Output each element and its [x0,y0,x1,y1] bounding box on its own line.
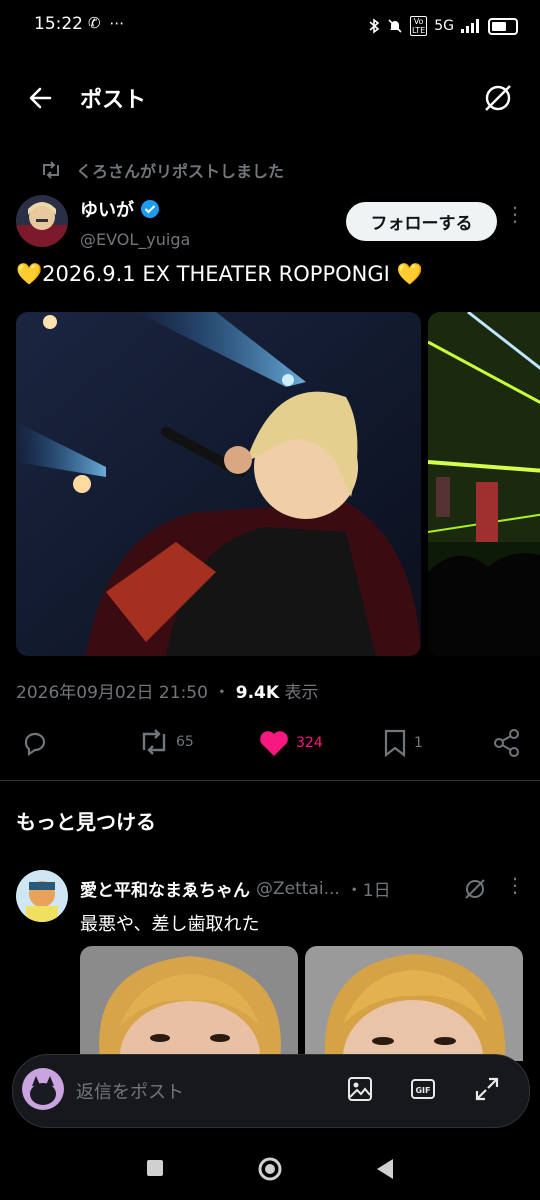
recommended-text: 最悪や、差し歯取れた [80,914,260,935]
recommended-more-icon[interactable]: ⋮ [505,875,525,902]
post-timestamp: 2026年09月02日 21:50 [16,683,208,703]
share-icon [494,729,519,757]
add-image-button[interactable] [346,1075,374,1103]
recommended-photo-2 [305,946,523,1061]
recommended-name: 愛と平和なまゑちゃん [80,881,250,901]
like-count: 324 [296,735,323,751]
status-time: 15:22 [34,14,83,34]
more-options-icon[interactable]: ⋮ [505,204,525,234]
recommended-header[interactable]: 愛と平和なまゑちゃん @Zettai... ・1日 [80,876,391,902]
divider [0,780,540,781]
post-image-2[interactable] [428,312,540,656]
recommended-avatar-image [16,870,68,922]
like-button[interactable]: 324 [258,728,323,758]
recommended-avatar[interactable] [16,870,68,922]
home-button[interactable] [257,1156,283,1182]
signal-icon [461,19,479,33]
page-title: ポスト [80,88,147,113]
add-gif-button[interactable]: GIF [409,1075,437,1103]
bookmark-icon [384,729,406,758]
retweet-icon [142,729,166,755]
mute-bell-icon [388,19,402,33]
author-avatar[interactable] [16,195,68,247]
expand-icon [475,1077,499,1101]
repost-text: くろさんがリポストしました [76,162,285,181]
reply-button[interactable] [20,728,50,758]
concert-photo-1 [16,312,421,656]
retweet-button[interactable]: 65 [138,728,194,756]
status-bar: 15:22 ✆ ⋯ Vo LTE 5G [0,0,540,52]
back-button[interactable] [20,78,60,118]
author-avatar-image [16,195,68,247]
status-right-icons: Vo LTE 5G [368,12,518,40]
retweet-count: 65 [176,734,194,750]
concert-photo-2 [428,312,540,656]
post-text: 💛2026.9.1 EX THEATER ROPPONGI 💛 [16,262,423,286]
author-name: ゆいが [80,200,134,221]
system-back-button[interactable] [374,1157,396,1181]
network-label: 5G [434,18,454,34]
repost-indicator[interactable]: くろさんがリポストしました [40,156,284,184]
image-icon [348,1077,372,1101]
circle-icon [258,1157,282,1181]
my-avatar-image [22,1068,64,1110]
system-nav-bar [0,1140,540,1200]
verified-icon [141,200,159,218]
recommended-handle: @Zettai... [256,878,340,899]
battery-icon [488,17,518,35]
my-avatar[interactable] [22,1068,64,1110]
author-handle[interactable]: @EVOL_yuiga [80,230,190,249]
bluetooth-icon [369,18,380,34]
grok-button[interactable] [480,80,516,116]
view-count: 9.4K [235,683,280,703]
post-meta: 2026年09月02日 21:50 ・ 9.4K 表示 [16,678,318,703]
reply-icon [24,732,46,757]
author-name-row[interactable]: ゆいが [80,196,160,222]
back-arrow-icon [29,87,52,109]
bookmark-button[interactable]: 1 [382,728,423,758]
post-actions: 65 324 1 [0,720,540,766]
square-icon [147,1160,163,1176]
status-notification-icons: ✆ ⋯ [88,14,127,32]
view-label: 表示 [284,683,319,703]
recents-button[interactable] [145,1158,165,1178]
gif-icon: GIF [411,1079,435,1099]
recommended-image-2[interactable] [305,946,523,1061]
svg-text:GIF: GIF [415,1086,430,1095]
reply-input[interactable] [74,1076,328,1108]
recommended-photo-1 [80,946,298,1061]
meta-separator: ・ [213,683,231,703]
volte-icon: Vo LTE [409,16,428,36]
recommended-time: ・1日 [345,881,391,901]
share-button[interactable] [492,728,522,758]
recommended-grok-button[interactable] [462,876,488,902]
retweet-icon [43,161,59,179]
expand-reply-button[interactable] [473,1075,501,1103]
bookmark-count: 1 [414,735,423,751]
recommended-image-1[interactable] [80,946,298,1061]
follow-button[interactable]: フォローする [346,202,497,241]
post-image-1[interactable] [16,312,421,656]
triangle-back-icon [377,1159,393,1179]
grok-icon [485,85,511,111]
heart-icon [260,731,288,756]
discover-heading: もっと見つける [16,810,156,834]
grok-icon [465,879,485,899]
